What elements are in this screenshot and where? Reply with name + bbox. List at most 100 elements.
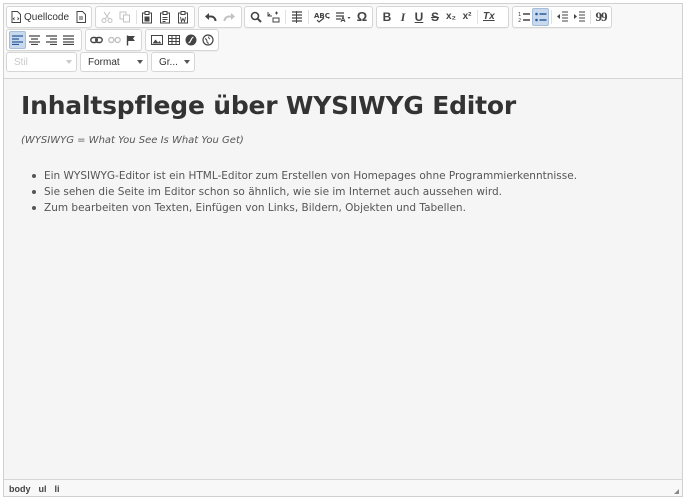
chevron-down-icon — [137, 60, 143, 64]
flash-icon — [185, 34, 197, 46]
subtitle: (WYSIWYG = What You See Is What You Get) — [21, 135, 244, 146]
cut-button[interactable] — [98, 8, 116, 26]
spellcheck-icon: ABC — [314, 11, 330, 23]
anchor-icon — [126, 35, 136, 46]
editing-toolbar-group: ABC Ω — [244, 6, 373, 28]
editor-content-area[interactable]: Inhaltspflege über WYSIWYG Editor (WYSIW… — [4, 78, 682, 480]
font-size-combo[interactable]: Gr... — [151, 52, 195, 72]
language-button[interactable] — [332, 8, 354, 26]
copy-button[interactable] — [116, 8, 134, 26]
subscript-button[interactable]: x₂ — [443, 8, 459, 26]
special-char-button[interactable]: Ω — [354, 8, 370, 26]
source-icon — [11, 11, 21, 23]
justify-button[interactable] — [60, 31, 77, 49]
cut-icon — [101, 11, 113, 23]
align-left-icon — [12, 35, 23, 45]
bulleted-list-button[interactable] — [532, 8, 550, 26]
source-button[interactable]: Quellcode — [9, 8, 73, 26]
select-all-button[interactable] — [288, 8, 306, 26]
bold-icon: B — [382, 10, 392, 24]
path-item-body[interactable]: body — [9, 484, 31, 494]
align-center-button[interactable] — [26, 31, 43, 49]
template-icon — [76, 11, 86, 23]
indent-icon — [573, 11, 586, 23]
history-toolbar-group — [198, 6, 242, 28]
undo-icon — [204, 12, 217, 22]
remove-format-button[interactable]: Tx — [480, 8, 498, 26]
toolbar-separator — [589, 10, 591, 24]
italic-button[interactable]: I — [395, 8, 411, 26]
iframe-button[interactable] — [199, 31, 216, 49]
paste-icon — [141, 10, 153, 24]
table-icon — [167, 35, 180, 45]
toolbar-separator — [551, 10, 552, 24]
toolbar-separator — [135, 10, 137, 24]
source-label: Quellcode — [23, 11, 70, 23]
toolbar-separator — [477, 10, 479, 24]
outdent-icon — [556, 11, 569, 23]
paste-text-button[interactable] — [156, 8, 174, 26]
special-char-icon: Ω — [356, 9, 368, 24]
align-center-icon — [29, 35, 40, 45]
redo-button[interactable] — [220, 8, 239, 26]
page-title: Inhaltspflege über WYSIWYG Editor — [21, 91, 516, 120]
format-combo[interactable]: Format — [80, 52, 148, 72]
toolbar-separator — [307, 10, 309, 24]
image-button[interactable] — [148, 31, 165, 49]
justify-icon — [63, 35, 74, 45]
chevron-down-icon — [66, 60, 72, 64]
element-path-bar: body ul li — [4, 480, 682, 496]
table-button[interactable] — [165, 31, 182, 49]
align-toolbar-group — [6, 29, 82, 51]
underline-icon: U — [414, 10, 424, 24]
align-right-icon — [46, 35, 57, 45]
paste-word-button[interactable] — [174, 8, 192, 26]
undo-button[interactable] — [201, 8, 220, 26]
find-button[interactable] — [247, 8, 265, 26]
bulleted-list-icon — [534, 11, 547, 23]
svg-text:2: 2 — [518, 18, 521, 23]
language-icon — [335, 11, 351, 23]
strike-button[interactable]: S — [427, 8, 443, 26]
bullet-list: Ein WYSIWYG-Editor ist ein HTML-Editor z… — [32, 168, 577, 216]
path-item-ul[interactable]: ul — [39, 484, 47, 494]
links-toolbar-group — [85, 29, 142, 51]
format-combo-value: Format — [88, 56, 120, 68]
link-button[interactable] — [88, 31, 106, 49]
select-all-icon — [291, 11, 303, 23]
redo-icon — [223, 12, 236, 22]
superscript-button[interactable]: x² — [459, 8, 475, 26]
path-item-li[interactable]: li — [55, 484, 60, 494]
align-right-button[interactable] — [43, 31, 60, 49]
outdent-button[interactable] — [554, 8, 571, 26]
numbered-list-button[interactable]: 12 — [515, 8, 532, 26]
indent-button[interactable] — [571, 8, 588, 26]
remove-format-icon: Tx — [483, 11, 495, 22]
paste-button[interactable] — [139, 8, 157, 26]
unlink-button[interactable] — [106, 31, 124, 49]
templates-button[interactable] — [73, 8, 89, 26]
blockquote-button[interactable]: 99 — [593, 8, 609, 26]
clipboard-toolbar-group — [95, 6, 195, 28]
bold-button[interactable]: B — [379, 8, 395, 26]
numbered-list-icon: 12 — [518, 11, 530, 23]
image-icon — [150, 35, 163, 45]
underline-button[interactable]: U — [411, 8, 427, 26]
paragraph-toolbar-group: 12 99 — [512, 6, 612, 28]
flash-button[interactable] — [182, 31, 199, 49]
wysiwyg-editor: Quellcode ABC Ω B I U S x₂ x² Tx 1 2 99 … — [3, 3, 683, 497]
anchor-button[interactable] — [123, 31, 139, 49]
toolbar-separator — [285, 10, 287, 24]
style-combo-value: Stil — [14, 56, 28, 68]
italic-icon: I — [400, 10, 406, 24]
spellcheck-button[interactable]: ABC — [311, 8, 333, 26]
paste-text-icon — [159, 10, 171, 24]
list-item: Sie sehen die Seite im Editor schon so ä… — [32, 184, 577, 200]
unlink-icon — [107, 35, 121, 45]
font-size-combo-value: Gr... — [159, 56, 178, 68]
replace-button[interactable] — [265, 8, 284, 26]
toolbar: Quellcode ABC Ω B I U S x₂ x² Tx 1 2 99 … — [4, 4, 682, 75]
resize-handle-icon[interactable] — [674, 489, 679, 494]
style-combo[interactable]: Stil — [6, 52, 77, 72]
align-left-button[interactable] — [9, 31, 26, 49]
